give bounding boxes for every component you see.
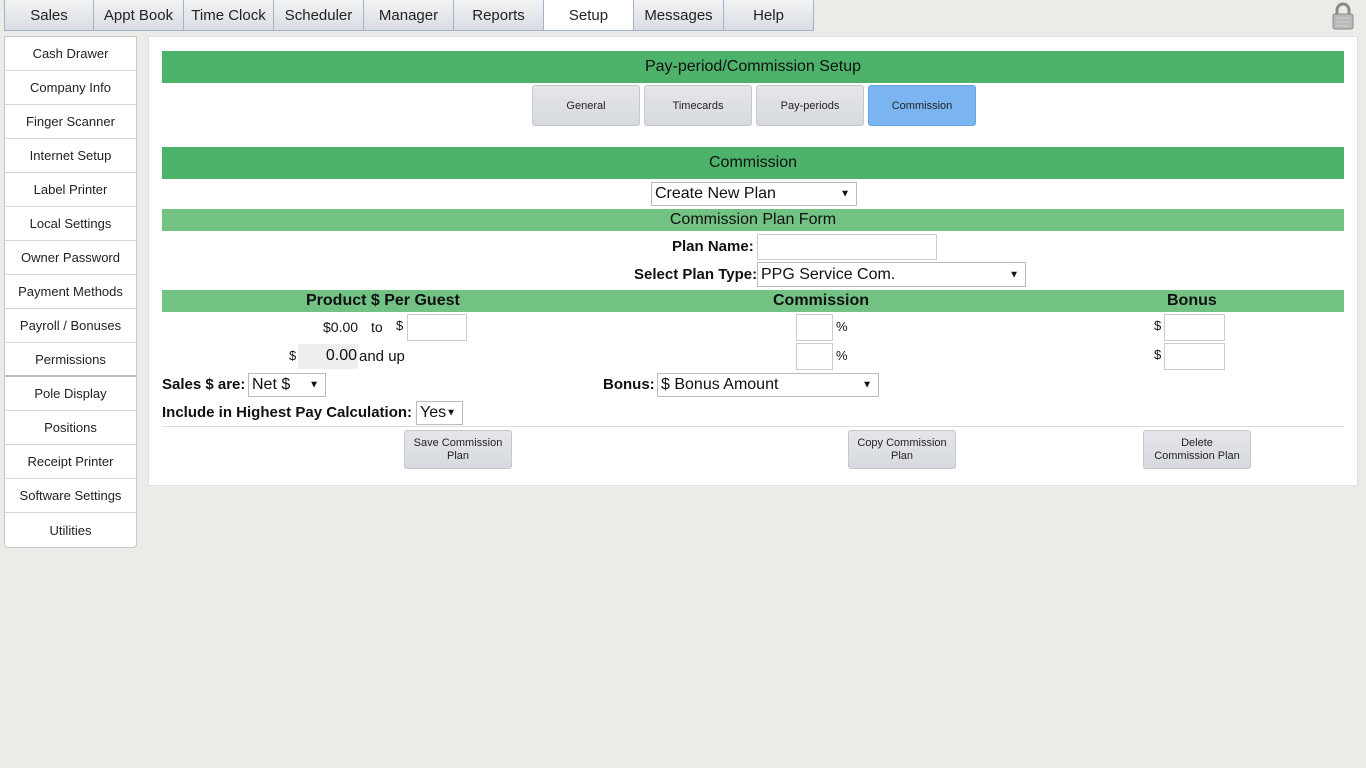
header-bonus: Bonus (1167, 292, 1217, 309)
tab-time-clock[interactable]: Time Clock (184, 0, 274, 31)
tier1-to-input[interactable] (407, 314, 467, 341)
tier1-bonus-dollar-sign: $ (1154, 318, 1162, 333)
tier1-dollar-sign: $ (396, 318, 404, 333)
sidebar: Cash Drawer Company Info Finger Scanner … (4, 36, 137, 548)
plan-select-value: Create New Plan (655, 185, 776, 202)
save-commission-plan-button[interactable]: Save Commission Plan (404, 430, 512, 469)
tab-setup[interactable]: Setup (544, 0, 634, 31)
chevron-down-icon: ▼ (862, 379, 872, 391)
sidebar-item-internet-setup[interactable]: Internet Setup (5, 139, 136, 173)
top-nav: Sales Appt Book Time Clock Scheduler Man… (4, 0, 814, 31)
sidebar-item-payment-methods[interactable]: Payment Methods (5, 275, 136, 309)
header-product-per-guest: Product $ Per Guest (306, 292, 460, 309)
sales-select-value: Net $ (252, 376, 291, 393)
sidebar-item-software-settings[interactable]: Software Settings (5, 479, 136, 513)
tier1-percent-sign: % (836, 319, 848, 334)
sidebar-item-label-printer[interactable]: Label Printer (5, 173, 136, 207)
tab-messages[interactable]: Messages (634, 0, 724, 31)
sidebar-item-finger-scanner[interactable]: Finger Scanner (5, 105, 136, 139)
plan-type-select[interactable]: PPG Service Com. ▼ (757, 262, 1026, 287)
plan-select[interactable]: Create New Plan ▼ (651, 182, 857, 206)
sales-label: Sales $ are: (162, 376, 246, 393)
subtab-commission[interactable]: Commission (868, 85, 976, 126)
plan-type-value: PPG Service Com. (761, 265, 896, 283)
sidebar-item-pole-display[interactable]: Pole Display (5, 377, 136, 411)
sales-select[interactable]: Net $ ▼ (248, 373, 326, 397)
subtabs: General Timecards Pay-periods Commission (532, 85, 976, 126)
sidebar-item-positions[interactable]: Positions (5, 411, 136, 445)
tier1-from-value: $0.00 (323, 319, 359, 335)
tier1-commission-input[interactable] (796, 314, 833, 341)
main-panel: Pay-period/Commission Setup General Time… (148, 36, 1358, 486)
tab-scheduler[interactable]: Scheduler (274, 0, 364, 31)
plan-type-label: Select Plan Type: (634, 266, 758, 283)
divider (162, 426, 1344, 427)
highest-pay-select[interactable]: Yes ▼ (416, 401, 463, 425)
tier1-to-label: to (371, 319, 383, 335)
bonus-select[interactable]: $ Bonus Amount ▼ (657, 373, 879, 397)
form-title: Commission Plan Form (162, 209, 1344, 231)
subtab-pay-periods[interactable]: Pay-periods (756, 85, 864, 126)
highest-pay-label: Include in Highest Pay Calculation: (162, 404, 413, 421)
sidebar-item-permissions[interactable]: Permissions (5, 343, 136, 377)
sidebar-item-utilities[interactable]: Utilities (5, 513, 136, 547)
bonus-label: Bonus: (603, 376, 655, 393)
tier2-bonus-input[interactable] (1164, 343, 1225, 370)
tab-appt-book[interactable]: Appt Book (94, 0, 184, 31)
tab-help[interactable]: Help (724, 0, 814, 31)
bonus-select-value: $ Bonus Amount (661, 376, 779, 393)
tier2-commission-input[interactable] (796, 343, 833, 370)
tier2-from-value: 0.00 (298, 344, 358, 369)
delete-commission-plan-button[interactable]: Delete Commission Plan (1143, 430, 1251, 469)
sidebar-item-owner-password[interactable]: Owner Password (5, 241, 136, 275)
sidebar-item-company-info[interactable]: Company Info (5, 71, 136, 105)
subtab-timecards[interactable]: Timecards (644, 85, 752, 126)
copy-commission-plan-button[interactable]: Copy Commission Plan (848, 430, 956, 469)
sidebar-item-local-settings[interactable]: Local Settings (5, 207, 136, 241)
sidebar-item-payroll-bonuses[interactable]: Payroll / Bonuses (5, 309, 136, 343)
page-title: Pay-period/Commission Setup (162, 51, 1344, 83)
chevron-down-icon: ▼ (1009, 269, 1019, 280)
plan-name-label: Plan Name: (672, 238, 754, 255)
subtab-general[interactable]: General (532, 85, 640, 126)
tab-sales[interactable]: Sales (4, 0, 94, 31)
tier2-percent-sign: % (836, 348, 848, 363)
tab-manager[interactable]: Manager (364, 0, 454, 31)
tier2-dollar-sign: $ (289, 348, 297, 363)
highest-pay-value: Yes (420, 404, 447, 421)
chevron-down-icon: ▼ (309, 379, 319, 391)
sidebar-item-cash-drawer[interactable]: Cash Drawer (5, 37, 136, 71)
lock-icon[interactable] (1330, 2, 1356, 30)
header-commission: Commission (773, 292, 870, 309)
tier2-and-up-label: and up (359, 348, 405, 365)
chevron-down-icon: ▼ (446, 407, 456, 419)
plan-name-input[interactable] (757, 234, 937, 260)
tab-reports[interactable]: Reports (454, 0, 544, 31)
sidebar-item-receipt-printer[interactable]: Receipt Printer (5, 445, 136, 479)
chevron-down-icon: ▼ (840, 188, 850, 200)
tier2-bonus-dollar-sign: $ (1154, 347, 1162, 362)
section-title: Commission (162, 147, 1344, 179)
tier1-bonus-input[interactable] (1164, 314, 1225, 341)
